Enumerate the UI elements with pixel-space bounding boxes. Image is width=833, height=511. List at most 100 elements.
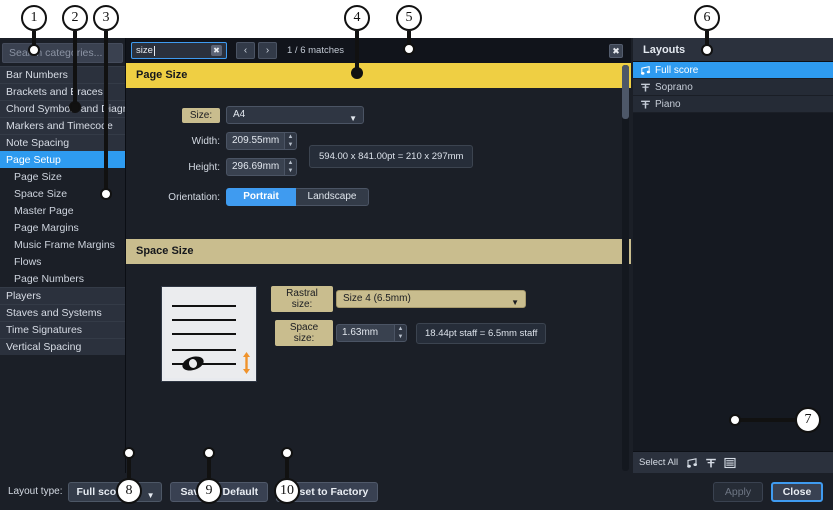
layout-type-value: Full score (76, 485, 127, 498)
layouts-footer: Select All (633, 451, 833, 473)
sidebar-item-page-size[interactable]: Page Size (0, 168, 125, 185)
size-row: Size: A4 ▼ (126, 106, 631, 124)
sidebar-item-vertical-spacing[interactable]: Vertical Spacing (0, 338, 125, 355)
sidebar-item-flows[interactable]: Flows (0, 253, 125, 270)
match-count-label: 1 / 6 matches (287, 45, 345, 56)
sidebar-item-master-page[interactable]: Master Page (0, 202, 125, 219)
category-list: Bar Numbers Brackets and Braces Chord Symb… (0, 66, 125, 355)
height-row: Height: 296.69mm ▲ ▼ (126, 158, 297, 176)
screenshot-root: Search categories... Bar Numbers Brackets… (0, 0, 833, 511)
reset-to-factory-button[interactable]: Reset to Factory (276, 481, 379, 502)
rastral-size-select[interactable]: Size 4 (6.5mm) ▼ (336, 290, 526, 308)
space-size-row: Space size: 1.63mm ▲ ▼ 18.44pt staff = 6… (271, 320, 547, 346)
orientation-portrait-button[interactable]: Portrait (226, 188, 296, 206)
sidebar-item-brackets-and-braces[interactable]: Brackets and Braces (0, 83, 125, 100)
layout-item-piano[interactable]: Piano (633, 96, 833, 113)
options-main-panel: size ✖ ‹ › 1 / 6 matches ✖ Page Size Siz… (126, 38, 631, 473)
width-label: Width: (191, 135, 220, 147)
layout-type-select[interactable]: Full score ▼ (68, 481, 163, 502)
page-size-value: A4 (233, 109, 246, 120)
layout-item-soprano[interactable]: Soprano (633, 79, 833, 96)
select-all-button[interactable]: Select All (639, 457, 678, 468)
sidebar-item-music-frame-margins[interactable]: Music Frame Margins (0, 236, 125, 253)
spin-up-icon[interactable]: ▲ (395, 325, 406, 333)
filter-scores-icon[interactable] (686, 457, 698, 469)
layout-item-label: Full score (655, 64, 699, 76)
page-size-select[interactable]: A4 ▼ (226, 106, 364, 124)
layouts-panel: Layouts Full score Soprano Piano Select Al… (633, 38, 833, 473)
layout-item-label: Piano (655, 98, 681, 110)
text-caret (153, 45, 155, 56)
sidebar-item-staves-and-systems[interactable]: Staves and Systems (0, 304, 125, 321)
sidebar-item-space-size[interactable]: Space Size (0, 185, 125, 202)
spin-up-icon[interactable]: ▲ (285, 133, 296, 141)
options-scroll-area[interactable]: Page Size Size: A4 ▼ Width: 209.55mm ▲ ▼… (126, 63, 631, 473)
height-stepper[interactable]: 296.69mm ▲ ▼ (226, 158, 297, 176)
size-label: Size: (182, 107, 220, 123)
close-button[interactable]: Close (771, 481, 823, 502)
staff-space-size-icon (161, 286, 257, 382)
sidebar-item-note-spacing[interactable]: Note Spacing (0, 134, 125, 151)
player-icon (639, 82, 652, 93)
dialog-bottom-bar: Layout type: Full score ▼ Save as Defaul… (0, 473, 833, 510)
staff-size-info: 18.44pt staff = 6.5mm staff (416, 322, 547, 344)
rastral-size-label: Rastral size: (271, 286, 333, 312)
sidebar-item-page-setup[interactable]: Page Setup (0, 151, 125, 168)
find-previous-button[interactable]: ‹ (236, 42, 255, 59)
orientation-label: Orientation: (168, 191, 220, 203)
space-size-stepper[interactable]: 1.63mm ▲ ▼ (336, 324, 407, 342)
chevron-down-icon: ▼ (511, 298, 519, 307)
layout-item-label: Soprano (655, 81, 693, 93)
sidebar-item-markers-and-timecode[interactable]: Markers and Timecode (0, 117, 125, 134)
sidebar-item-bar-numbers[interactable]: Bar Numbers (0, 66, 125, 83)
sidebar-item-page-numbers[interactable]: Page Numbers (0, 270, 125, 287)
layouts-list: Full score Soprano Piano (633, 62, 833, 113)
spin-down-icon[interactable]: ▼ (395, 333, 406, 341)
width-spin-arrows[interactable]: ▲ ▼ (284, 132, 297, 150)
category-sidebar: Search categories... Bar Numbers Brackets… (0, 38, 126, 473)
layouts-panel-title: Layouts (633, 38, 833, 62)
close-find-bar-icon[interactable]: ✖ (609, 43, 623, 58)
spin-down-icon[interactable]: ▼ (285, 141, 296, 149)
player-icon (639, 99, 652, 110)
find-bar: size ✖ ‹ › 1 / 6 matches ✖ (126, 38, 631, 63)
rastral-size-row: Rastral size: Size 4 (6.5mm) ▼ (271, 286, 546, 312)
chevron-down-icon: ▼ (349, 114, 357, 123)
section-header-space-size: Space Size (126, 239, 631, 264)
section-header-page-size: Page Size (126, 63, 631, 88)
sidebar-item-page-margins[interactable]: Page Margins (0, 219, 125, 236)
score-icon (639, 65, 652, 76)
find-next-button[interactable]: › (258, 42, 277, 59)
clear-search-icon[interactable]: ✖ (211, 45, 222, 56)
sidebar-item-players[interactable]: Players (0, 287, 125, 304)
notehead-icon (180, 353, 206, 374)
save-as-default-button[interactable]: Save as Default (170, 481, 269, 502)
apply-button[interactable]: Apply (713, 481, 763, 502)
search-categories-input[interactable]: Search categories... (2, 43, 123, 63)
sidebar-item-time-signatures[interactable]: Time Signatures (0, 321, 125, 338)
spin-up-icon[interactable]: ▲ (285, 159, 296, 167)
height-label: Height: (188, 161, 220, 173)
layout-item-full-score[interactable]: Full score (633, 62, 833, 79)
sidebar-item-chord-symbols-and-diagrams[interactable]: Chord Symbols and Diagrams (0, 100, 125, 117)
space-height-arrow-icon (243, 352, 250, 374)
spin-down-icon[interactable]: ▼ (285, 167, 296, 175)
rastral-size-value: Size 4 (6.5mm) (343, 293, 411, 304)
space-size-spin-arrows[interactable]: ▲ ▼ (394, 324, 407, 342)
layout-options-dialog: Search categories... Bar Numbers Brackets… (0, 38, 833, 473)
scrollbar-thumb[interactable] (622, 65, 629, 119)
filter-custom-icon[interactable] (724, 457, 736, 469)
space-size-value[interactable]: 1.63mm (336, 324, 394, 342)
find-input[interactable]: size ✖ (131, 42, 227, 59)
orientation-landscape-button[interactable]: Landscape (296, 188, 369, 206)
dimensions-info: 594.00 x 841.00pt = 210 x 297mm (309, 145, 474, 168)
find-input-value: size (136, 45, 153, 56)
space-size-label: Space size: (275, 320, 333, 346)
orientation-toggle-group[interactable]: Portrait Landscape (226, 188, 369, 206)
width-value[interactable]: 209.55mm (226, 132, 284, 150)
height-spin-arrows[interactable]: ▲ ▼ (284, 158, 297, 176)
width-stepper[interactable]: 209.55mm ▲ ▼ (226, 132, 297, 150)
main-panel-scrollbar[interactable] (622, 65, 629, 471)
height-value[interactable]: 296.69mm (226, 158, 284, 176)
filter-players-icon[interactable] (705, 457, 717, 469)
